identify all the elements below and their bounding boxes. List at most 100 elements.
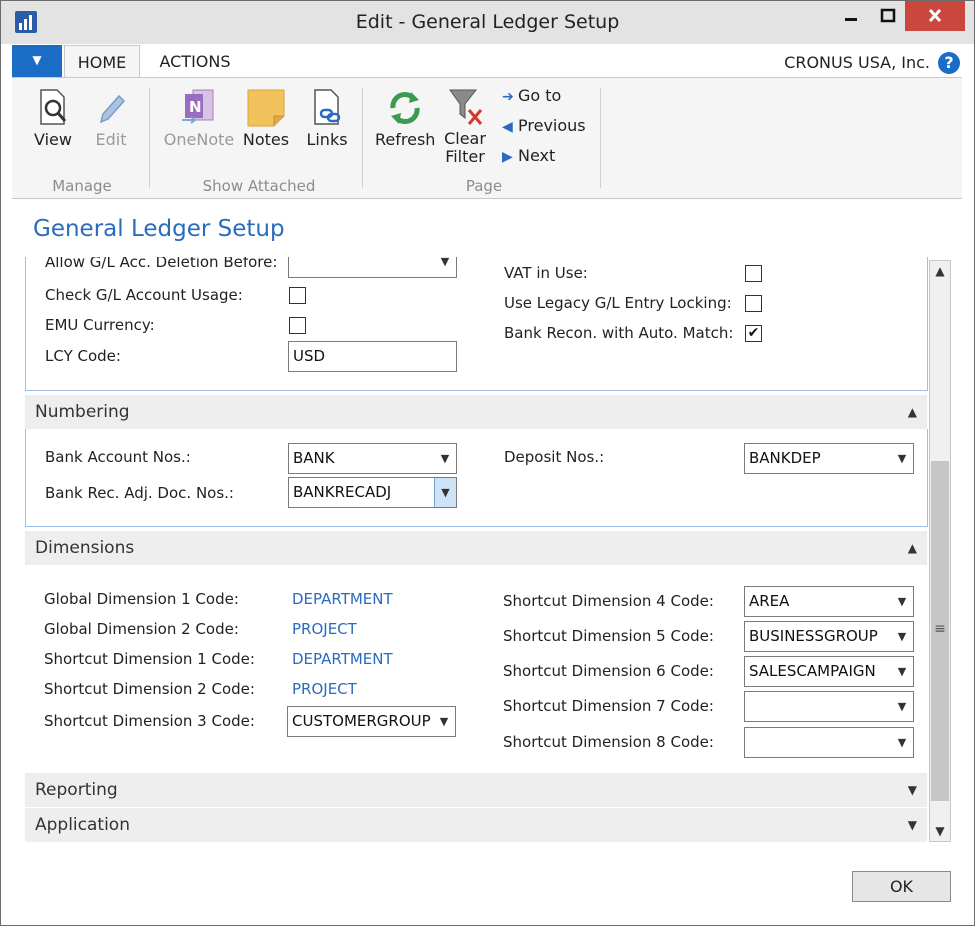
reporting-header[interactable]: Reporting ▼	[25, 773, 927, 807]
shortcut3-value: CUSTOMERGROUP	[292, 712, 431, 730]
bank-rec-adj-value: BANKRECADJ	[293, 483, 392, 501]
shortcut5-label: Shortcut Dimension 5 Code:	[503, 627, 714, 645]
dimensions-title: Dimensions	[35, 538, 135, 558]
chevron-down-icon[interactable]: ▼	[891, 692, 913, 721]
deposit-nos-field[interactable]: BANKDEP ▼	[744, 443, 914, 474]
scroll-down-icon[interactable]: ▼	[930, 821, 950, 841]
arrow-right-icon: ➔	[502, 89, 514, 105]
pencil-icon	[91, 86, 131, 130]
numbering-header[interactable]: Numbering ▲	[25, 395, 927, 429]
shortcut5-field[interactable]: BUSINESSGROUP ▼	[744, 621, 914, 652]
ribbon-separator	[600, 88, 601, 188]
chevron-down-icon[interactable]: ▼	[891, 728, 913, 757]
global1-label: Global Dimension 1 Code:	[44, 590, 239, 608]
global2-link[interactable]: PROJECT	[292, 620, 357, 638]
edit-window: Edit - General Ledger Setup ▼ HOME ACTIO…	[0, 0, 975, 926]
svg-text:N: N	[189, 98, 202, 116]
shortcut4-field[interactable]: AREA ▼	[744, 586, 914, 617]
bank-account-nos-label: Bank Account Nos.:	[45, 448, 191, 466]
vertical-scrollbar[interactable]: ▲ ≡ ▼	[929, 260, 951, 842]
chevron-down-icon: ▼	[32, 53, 42, 67]
dimensions-header[interactable]: Dimensions ▲	[25, 531, 927, 565]
application-header[interactable]: Application ▼	[25, 808, 927, 842]
shortcut1-link[interactable]: DEPARTMENT	[292, 650, 393, 668]
edit-button[interactable]: Edit	[88, 86, 134, 149]
link-icon	[307, 86, 347, 130]
bank-rec-adj-field[interactable]: BANKRECADJ ▼	[288, 477, 457, 508]
check-usage-checkbox[interactable]	[289, 287, 306, 304]
ribbon-separator	[362, 88, 363, 188]
scroll-up-icon[interactable]: ▲	[930, 261, 950, 281]
chevron-down-icon[interactable]: ▼	[434, 478, 456, 507]
group-label-manage: Manage	[52, 177, 112, 195]
bank-account-nos-field[interactable]: BANK ▼	[288, 443, 457, 474]
bank-recon-checkbox[interactable]: ✔	[745, 325, 762, 342]
deposit-nos-value: BANKDEP	[749, 449, 821, 467]
numbering-title: Numbering	[35, 402, 130, 422]
chevron-down-icon[interactable]: ▼	[891, 587, 913, 616]
scroll-thumb[interactable]: ≡	[931, 461, 949, 801]
chevron-down-icon: ▼	[907, 783, 917, 797]
chevron-down-icon[interactable]: ▼	[891, 657, 913, 686]
allow-deletion-label: Allow G/L Acc. Deletion Before:	[45, 257, 278, 271]
links-label: Links	[306, 130, 348, 149]
chevron-down-icon: ▼	[907, 818, 917, 832]
help-icon[interactable]: ?	[938, 52, 960, 74]
shortcut3-field[interactable]: CUSTOMERGROUP ▼	[287, 706, 456, 737]
chevron-down-icon[interactable]: ▼	[433, 707, 455, 736]
grip-icon: ≡	[934, 621, 946, 637]
content-area: Allow G/L Acc. Deletion Before: ▼ Check …	[25, 257, 931, 844]
ribbon-separator	[149, 88, 150, 188]
minimize-button[interactable]	[831, 1, 871, 31]
maximize-button[interactable]	[871, 1, 905, 31]
lcy-code-field[interactable]: USD	[288, 341, 457, 372]
shortcut6-field[interactable]: SALESCAMPAIGN ▼	[744, 656, 914, 687]
vat-in-use-checkbox[interactable]	[745, 265, 762, 282]
onenote-button[interactable]: N OneNote	[162, 86, 236, 149]
chevron-down-icon[interactable]: ▼	[891, 622, 913, 651]
group-label-show-attached: Show Attached	[202, 177, 316, 195]
chevron-down-icon[interactable]: ▼	[434, 257, 456, 276]
shortcut6-value: SALESCAMPAIGN	[749, 662, 876, 680]
legacy-locking-checkbox[interactable]	[745, 295, 762, 312]
triangle-left-icon: ◀	[502, 119, 513, 135]
sticky-note-icon	[246, 86, 286, 130]
chevron-down-icon[interactable]: ▼	[891, 444, 913, 473]
shortcut2-link[interactable]: PROJECT	[292, 680, 357, 698]
onenote-label: OneNote	[163, 130, 235, 149]
lcy-code-label: LCY Code:	[45, 347, 121, 365]
refresh-icon	[385, 86, 425, 130]
next-button[interactable]: ▶ Next	[502, 146, 555, 165]
previous-label: Previous	[518, 116, 586, 135]
checkmark-icon: ✔	[747, 325, 760, 341]
company-name[interactable]: CRONUS USA, Inc.	[784, 53, 930, 72]
notes-label: Notes	[242, 130, 290, 149]
emu-currency-label: EMU Currency:	[45, 316, 155, 334]
refresh-button[interactable]: Refresh	[375, 86, 435, 149]
refresh-label: Refresh	[375, 130, 436, 149]
dimensions-section: Global Dimension 1 Code: DEPARTMENT Glob…	[25, 565, 928, 770]
clear-filter-button[interactable]: Clear Filter	[440, 86, 490, 166]
tab-actions[interactable]: ACTIONS	[151, 45, 239, 77]
bank-account-nos-value: BANK	[293, 449, 335, 467]
tab-home[interactable]: HOME	[64, 45, 140, 77]
emu-currency-checkbox[interactable]	[289, 317, 306, 334]
chevron-down-icon[interactable]: ▼	[434, 444, 456, 473]
ok-button[interactable]: OK	[852, 871, 951, 902]
global1-link[interactable]: DEPARTMENT	[292, 590, 393, 608]
deposit-nos-label: Deposit Nos.:	[504, 448, 605, 466]
shortcut7-field[interactable]: ▼	[744, 691, 914, 722]
previous-button[interactable]: ◀ Previous	[502, 116, 586, 135]
next-label: Next	[518, 146, 556, 165]
view-button[interactable]: View	[30, 86, 76, 149]
notes-button[interactable]: Notes	[240, 86, 292, 149]
shortcut8-field[interactable]: ▼	[744, 727, 914, 758]
goto-button[interactable]: ➔ Go to	[502, 86, 561, 105]
close-button[interactable]	[905, 1, 965, 31]
app-menu-button[interactable]: ▼	[12, 45, 62, 77]
clear-filter-label: Clear Filter	[444, 129, 486, 166]
links-button[interactable]: Links	[302, 86, 352, 149]
edit-label: Edit	[95, 130, 127, 149]
group-label-page: Page	[465, 177, 503, 195]
allow-deletion-field[interactable]: ▼	[288, 257, 457, 278]
